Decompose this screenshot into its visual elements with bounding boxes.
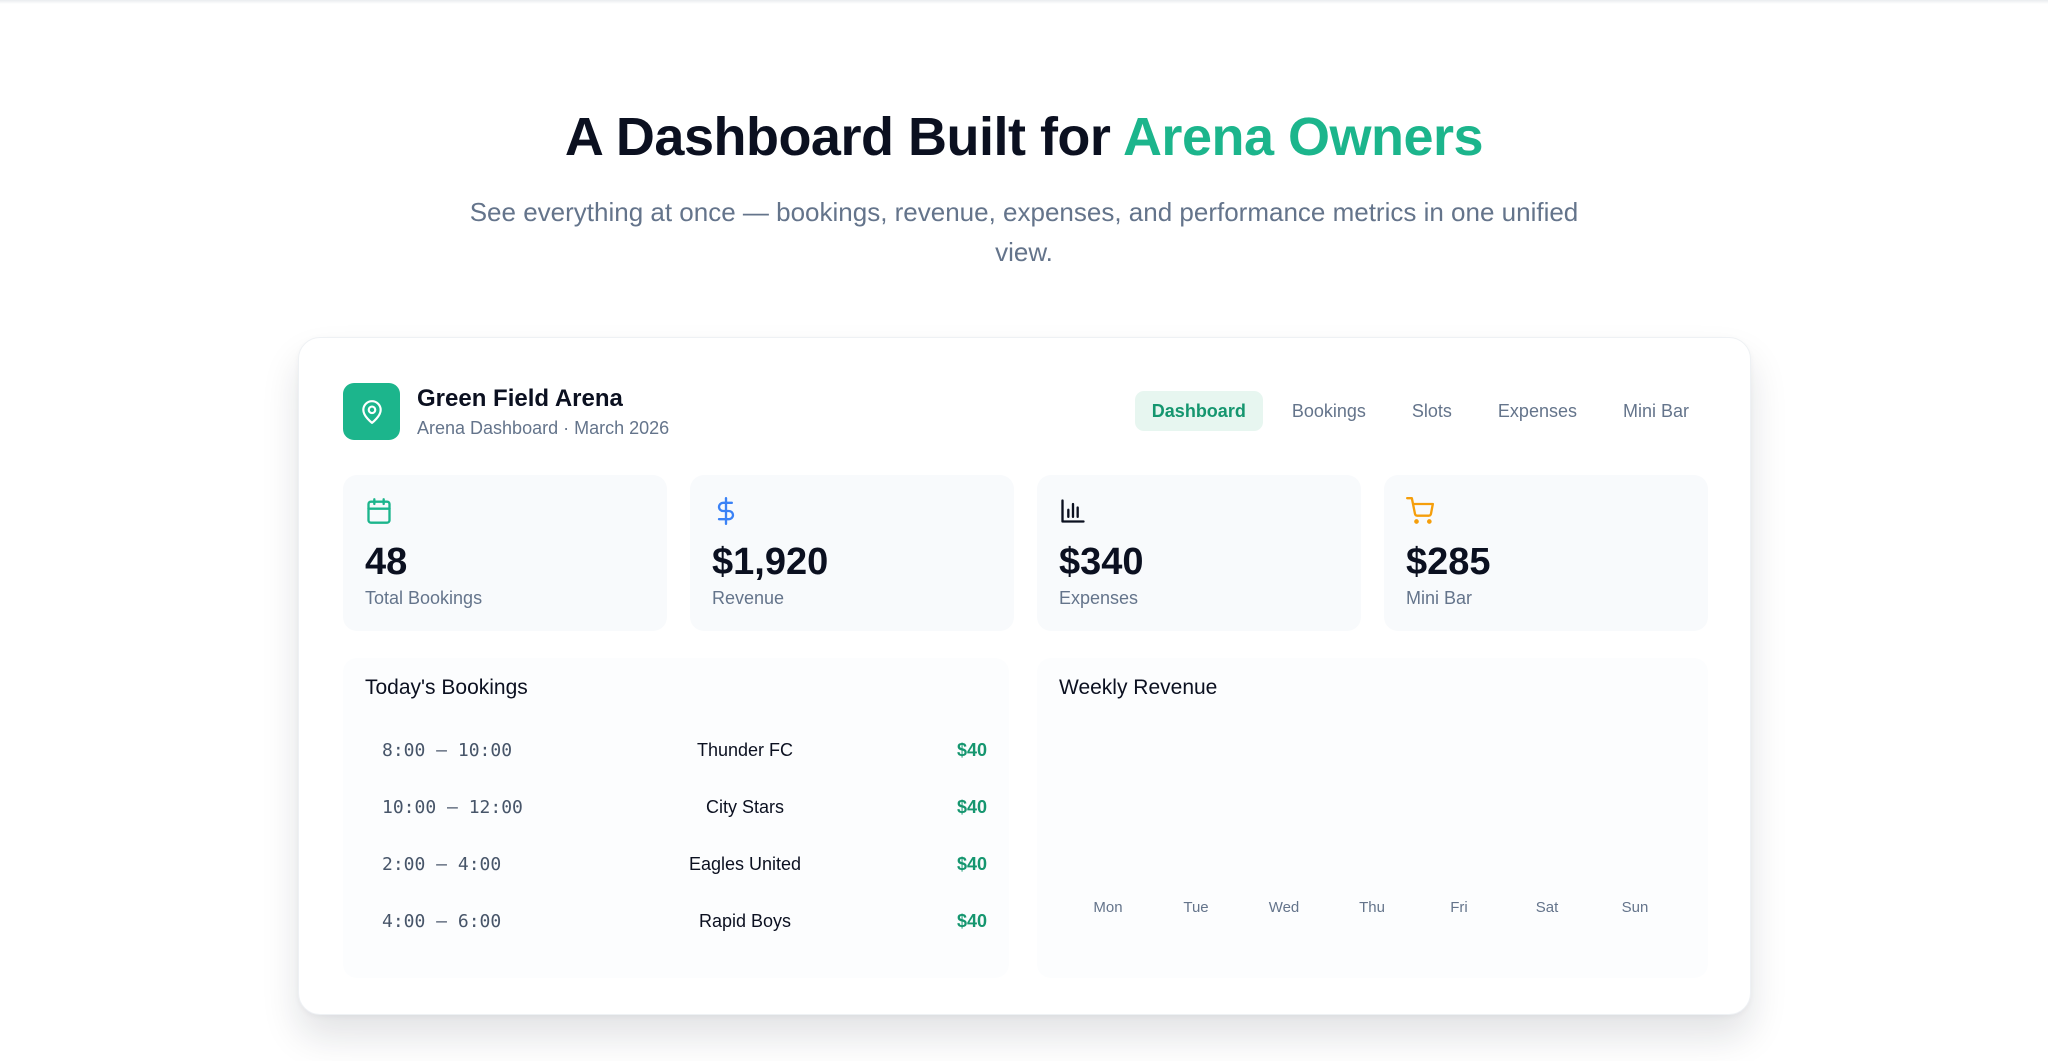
map-pin-icon xyxy=(361,399,382,424)
day-label: Tue xyxy=(1183,899,1209,916)
stats-row: 48 Total Bookings $1,920 Revenue $340 Ex… xyxy=(343,475,1708,631)
booking-price: $40 xyxy=(956,854,987,874)
stat-value: $340 xyxy=(1059,541,1144,583)
booking-team: Rapid Boys xyxy=(698,911,792,931)
brand-name: Green Field Arena xyxy=(417,385,623,412)
stat-label: Revenue xyxy=(712,588,785,608)
booking-team: City Stars xyxy=(705,797,784,817)
booking-price: $40 xyxy=(956,740,987,760)
stat-value: $1,920 xyxy=(712,541,829,583)
stat-value: $285 xyxy=(1406,541,1491,583)
brand: Green Field Arena Arena Dashboard · Marc… xyxy=(343,383,669,440)
booking-price: $40 xyxy=(956,911,987,931)
booking-time: 2:00 – 4:00 xyxy=(382,854,502,875)
weekly-revenue-panel: Weekly Revenue Mon Tue Wed Thu Fri Sat S… xyxy=(1037,658,1708,978)
stat-card-bookings: 48 Total Bookings xyxy=(343,475,667,631)
tab-expenses[interactable]: Expenses xyxy=(1481,391,1594,431)
day-label: Thu xyxy=(1359,899,1385,916)
booking-row[interactable]: 8:00 – 10:00 Thunder FC $40 xyxy=(365,722,987,779)
dashboard-preview-card: Green Field Arena Arena Dashboard · Marc… xyxy=(298,337,1751,1015)
hero-title-accent: Arena Owners xyxy=(1122,107,1484,167)
tab-slots[interactable]: Slots xyxy=(1395,391,1469,431)
tab-bookings[interactable]: Bookings xyxy=(1275,391,1383,431)
booking-team: Eagles United xyxy=(688,854,802,874)
weekday-axis: Mon Tue Wed Thu Fri Sat Sun xyxy=(1059,899,1681,919)
booking-time: 8:00 – 10:00 xyxy=(382,740,513,761)
booking-time: 4:00 – 6:00 xyxy=(382,911,502,932)
hero-title: A Dashboard Built for Arena Owners xyxy=(0,104,2048,170)
day-label: Mon xyxy=(1093,899,1123,916)
tab-mini-bar[interactable]: Mini Bar xyxy=(1606,391,1706,431)
top-shadow-line xyxy=(0,0,2048,4)
day-label: Sat xyxy=(1535,899,1559,916)
booking-row[interactable]: 4:00 – 6:00 Rapid Boys $40 xyxy=(365,893,987,950)
booking-row[interactable]: 10:00 – 12:00 City Stars $40 xyxy=(365,779,987,836)
booking-row[interactable]: 2:00 – 4:00 Eagles United $40 xyxy=(365,836,987,893)
dollar-icon xyxy=(717,497,735,525)
hero-title-main: A Dashboard Built for xyxy=(564,107,1123,167)
booking-team: Thunder FC xyxy=(696,740,794,760)
day-label: Sun xyxy=(1621,899,1649,916)
bar-chart-icon xyxy=(1061,499,1085,523)
cart-icon xyxy=(1406,497,1434,524)
stat-label: Total Bookings xyxy=(365,588,483,608)
day-label: Wed xyxy=(1268,899,1300,916)
day-label: Fri xyxy=(1450,899,1468,916)
booking-price: $40 xyxy=(956,797,987,817)
panel-title: Weekly Revenue xyxy=(1059,676,1218,699)
stat-card-revenue: $1,920 Revenue xyxy=(690,475,1014,631)
stat-label: Mini Bar xyxy=(1406,588,1473,608)
dashboard-nav: Dashboard Bookings Slots Expenses Mini B… xyxy=(1123,391,1706,431)
hero-section: A Dashboard Built for Arena Owners See e… xyxy=(0,104,2048,272)
brand-subtitle: Arena Dashboard · March 2026 xyxy=(417,418,670,438)
booking-time: 10:00 – 12:00 xyxy=(382,797,523,818)
brand-text: Green Field Arena Arena Dashboard · Marc… xyxy=(417,384,669,439)
panel-title: Today's Bookings xyxy=(365,676,528,699)
stat-card-expenses: $340 Expenses xyxy=(1037,475,1361,631)
calendar-icon xyxy=(367,498,391,524)
todays-bookings-panel: Today's Bookings 8:00 – 10:00 Thunder FC… xyxy=(343,658,1009,978)
brand-logo xyxy=(343,383,400,440)
hero-subtitle: See everything at once — bookings, reven… xyxy=(469,197,1579,267)
tab-dashboard[interactable]: Dashboard xyxy=(1134,391,1263,431)
stat-card-mini-bar: $285 Mini Bar xyxy=(1384,475,1708,631)
stat-label: Expenses xyxy=(1059,588,1139,608)
stat-value: 48 xyxy=(365,541,408,583)
